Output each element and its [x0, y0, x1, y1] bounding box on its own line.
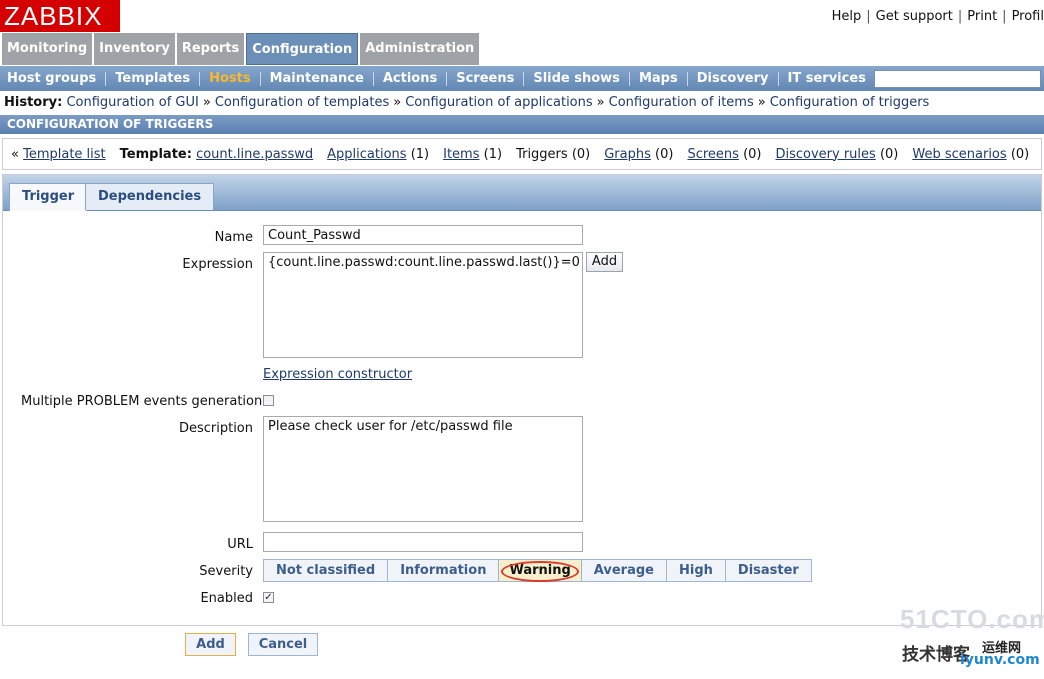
history-label: History: [4, 95, 63, 110]
watermark: 51CTO.com 技术博客 运维网 iyunv.com [900, 604, 1044, 674]
enabled-checkbox[interactable]: ✓ [263, 592, 274, 603]
web-scenarios-nav: Web scenarios (0) [912, 147, 1029, 162]
get-support-link[interactable]: Get support [876, 9, 953, 24]
applications-link[interactable]: Applications [327, 147, 406, 162]
applications-count: (1) [410, 146, 430, 162]
web-scenarios-count: (0) [1010, 146, 1030, 162]
tab-administration[interactable]: Administration [360, 33, 480, 65]
severity-selector: Not classified Information Warning Avera… [263, 559, 812, 582]
history-item-gui[interactable]: Configuration of GUI [66, 95, 198, 110]
submenu-actions[interactable]: Actions [374, 71, 448, 86]
history-item-templates[interactable]: Configuration of templates [215, 95, 389, 110]
sub-menu: Host groups Templates Hosts Maintenance … [0, 66, 1044, 91]
screens-nav: Screens (0) [687, 147, 761, 162]
web-scenarios-link[interactable]: Web scenarios [912, 147, 1006, 162]
profile-link[interactable]: Profil [1012, 9, 1044, 24]
multiple-problem-checkbox[interactable] [263, 395, 274, 406]
severity-average-button[interactable]: Average [580, 559, 667, 582]
separator: | [866, 9, 871, 24]
trigger-form: Trigger Dependencies Name Count_Passwd E… [2, 174, 1042, 626]
tab-configuration[interactable]: Configuration [246, 33, 359, 65]
submenu-discovery[interactable]: Discovery [688, 71, 779, 86]
graphs-count: (0) [655, 146, 674, 162]
separator: » [596, 95, 605, 110]
submenu-screens[interactable]: Screens [447, 71, 525, 86]
submenu-it-services[interactable]: IT services [779, 71, 875, 86]
separator: » [202, 95, 211, 110]
separator: | [1002, 9, 1007, 24]
submenu-maps[interactable]: Maps [630, 71, 688, 86]
url-field[interactable] [263, 532, 583, 552]
discovery-rules-nav: Discovery rules (0) [775, 147, 898, 162]
graphs-link[interactable]: Graphs [604, 147, 651, 162]
items-link[interactable]: Items [443, 147, 479, 162]
help-link[interactable]: Help [832, 9, 862, 24]
tab-dependencies[interactable]: Dependencies [85, 183, 215, 210]
separator: » [757, 95, 766, 110]
submenu-templates[interactable]: Templates [106, 71, 201, 86]
tab-inventory[interactable]: Inventory [94, 33, 175, 65]
name-field[interactable]: Count_Passwd [263, 225, 583, 245]
top-links: Help | Get support | Print | Profil [832, 9, 1044, 24]
tab-trigger[interactable]: Trigger [9, 183, 88, 211]
separator: » [393, 95, 402, 110]
print-link[interactable]: Print [967, 9, 997, 24]
separator: | [957, 9, 963, 24]
triggers-label: Triggers [516, 146, 568, 162]
discovery-rules-link[interactable]: Discovery rules [775, 147, 875, 162]
zabbix-logo[interactable]: ZABBIX [0, 0, 120, 32]
expression-constructor-link[interactable]: Expression constructor [263, 367, 412, 382]
description-label: Description [178, 421, 253, 436]
page-title: CONFIGURATION OF TRIGGERS [0, 115, 1044, 134]
items-nav: Items (1) [443, 147, 502, 162]
severity-warning-button[interactable]: Warning [498, 559, 582, 582]
expression-field[interactable]: {count.line.passwd:count.line.passwd.las… [263, 252, 583, 358]
graphs-nav: Graphs (0) [604, 147, 673, 162]
severity-label: Severity [199, 564, 253, 579]
screens-count: (0) [743, 146, 762, 162]
template-list-link[interactable]: Template list [23, 147, 106, 162]
submenu-slide-shows[interactable]: Slide shows [524, 71, 630, 86]
expression-add-button[interactable]: Add [586, 252, 623, 272]
severity-not-classified-button[interactable]: Not classified [263, 559, 389, 582]
triggers-count: (0) [571, 146, 591, 162]
template-name-link[interactable]: count.line.passwd [196, 147, 313, 162]
items-count: (1) [483, 146, 503, 162]
search-input[interactable] [874, 70, 1041, 88]
cancel-button[interactable]: Cancel [248, 633, 318, 656]
template-name-nav: Template: count.line.passwd [120, 147, 313, 162]
enabled-label: Enabled [200, 591, 253, 606]
tab-monitoring[interactable]: Monitoring [2, 33, 93, 65]
severity-high-button[interactable]: High [666, 559, 726, 582]
applications-nav: Applications (1) [327, 147, 429, 162]
discovery-rules-count: (0) [879, 146, 899, 162]
multiple-problem-label: Multiple PROBLEM events generation [21, 394, 263, 409]
screens-link[interactable]: Screens [687, 147, 738, 162]
triggers-nav: Triggers (0) [516, 147, 590, 162]
submenu-maintenance[interactable]: Maintenance [261, 71, 374, 86]
watermark-iyunv: iyunv.com [960, 652, 1040, 668]
description-field[interactable]: Please check user for /etc/passwd file [263, 416, 583, 522]
template-label: Template: [119, 146, 192, 162]
history-item-triggers[interactable]: Configuration of triggers [770, 95, 930, 110]
back-arrow-icon: « [11, 146, 19, 162]
form-tab-strip: Trigger Dependencies [3, 175, 1041, 211]
template-list-nav: « Template list [11, 147, 106, 162]
expression-label: Expression [182, 257, 253, 272]
submenu-hosts[interactable]: Hosts [200, 71, 261, 86]
tab-reports[interactable]: Reports [176, 33, 245, 65]
form-footer: Add Cancel [0, 627, 1044, 662]
main-tabs: Monitoring Inventory Reports Configurati… [2, 33, 481, 65]
history-item-applications[interactable]: Configuration of applications [405, 95, 592, 110]
add-button[interactable]: Add [185, 633, 236, 656]
template-nav: « Template list Template: count.line.pas… [2, 138, 1042, 170]
severity-disaster-button[interactable]: Disaster [724, 559, 812, 582]
name-label: Name [214, 230, 253, 245]
breadcrumb: History: Configuration of GUI» Configurat… [4, 95, 929, 110]
watermark-51cto: 51CTO.com [900, 604, 1044, 634]
history-item-items[interactable]: Configuration of items [609, 95, 754, 110]
severity-information-button[interactable]: Information [387, 559, 500, 582]
url-label: URL [227, 537, 253, 552]
submenu-host-groups[interactable]: Host groups [0, 71, 107, 86]
